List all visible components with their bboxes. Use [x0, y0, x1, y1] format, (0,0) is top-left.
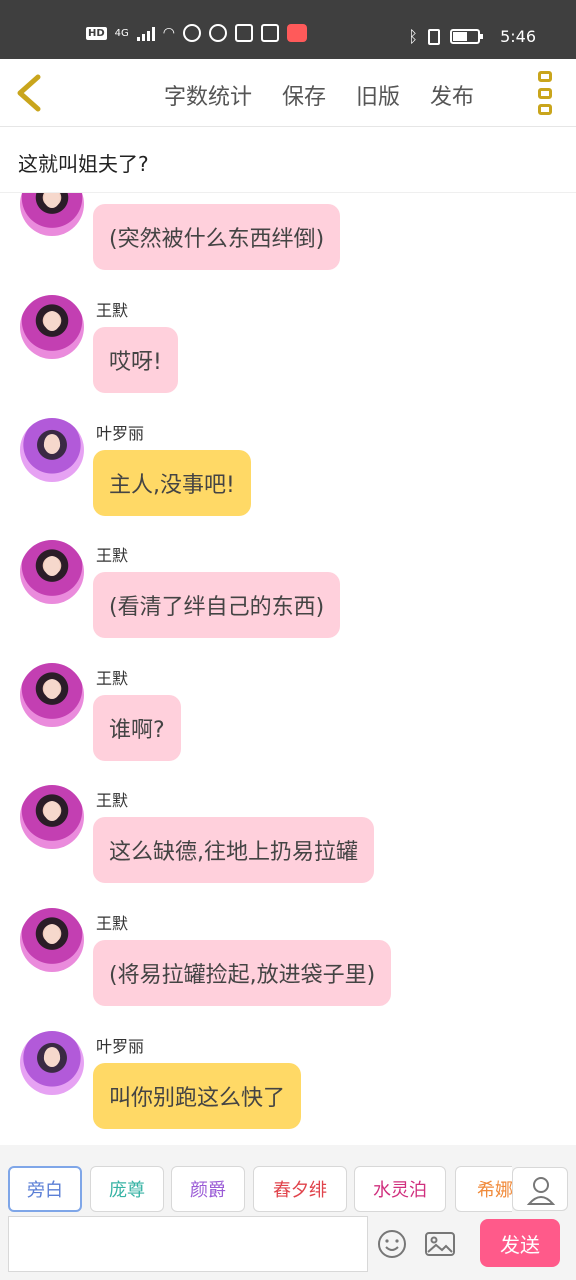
character-manage-button[interactable] [512, 1167, 568, 1211]
app-icon [261, 24, 280, 42]
publish-button[interactable]: 发布 [430, 79, 474, 111]
message-bubble[interactable]: (突然被什么东西绊倒) [93, 204, 341, 270]
signal-icon [136, 25, 155, 41]
speaker-name: 王默 [96, 791, 129, 810]
status-bar: HD 4G ◠ ᛒ 5:46 [0, 0, 576, 59]
battery-icon [450, 29, 483, 44]
speaker-name: 王默 [96, 546, 129, 565]
app-icon [209, 24, 228, 42]
message-bubble[interactable]: 谁啊? [93, 695, 181, 761]
speaker-name: 叶罗丽 [96, 424, 145, 443]
speaker-name: 叶罗丽 [96, 1037, 145, 1056]
save-button[interactable]: 保存 [282, 79, 326, 111]
character-selector[interactable]: 旁白 庞尊 颜爵 舂夕绯 水灵泊 希娜 [8, 1166, 512, 1212]
status-icons: HD 4G ◠ [86, 24, 308, 42]
avatar[interactable] [20, 785, 84, 849]
character-chip[interactable]: 水灵泊 [354, 1166, 446, 1212]
character-chip[interactable]: 旁白 [8, 1166, 82, 1212]
character-chip-label: 颜爵 [190, 1180, 226, 1201]
avatar[interactable] [20, 663, 84, 727]
word-count-button[interactable]: 字数统计 [164, 79, 252, 111]
message-bubble[interactable]: (将易拉罐捡起,放进袋子里) [93, 940, 392, 1006]
character-chip-label: 庞尊 [109, 1180, 145, 1201]
message-bubble[interactable]: 哎呀! [93, 327, 178, 393]
message-bubble[interactable]: 叫你别跑这么快了 [93, 1063, 302, 1129]
image-icon[interactable] [424, 1231, 456, 1257]
character-chip-label: 舂夕绯 [273, 1180, 327, 1201]
toolbar-actions: 字数统计 保存 旧版 发布 [164, 79, 474, 111]
story-title[interactable]: 这就叫姐夫了? [18, 148, 149, 177]
speaker-name: 王默 [96, 914, 129, 933]
avatar[interactable] [20, 540, 84, 604]
back-icon[interactable] [14, 73, 46, 113]
avatar[interactable] [20, 295, 84, 359]
message-bubble[interactable]: 主人,没事吧! [93, 450, 251, 516]
hd-badge: HD [86, 26, 107, 40]
message-bubble[interactable]: (看清了绊自己的东西) [93, 572, 341, 638]
message-bubble[interactable]: 这么缺德,往地上扔易拉罐 [93, 817, 374, 883]
character-chip[interactable]: 颜爵 [171, 1166, 245, 1212]
character-chip[interactable]: 舂夕绯 [253, 1166, 347, 1212]
send-button[interactable]: 发送 [480, 1219, 560, 1267]
avatar[interactable] [20, 908, 84, 972]
chat-list[interactable]: (突然被什么东西绊倒) 王默 哎呀! 叶罗丽 主人,没事吧! 王默 (看清了绊自… [0, 193, 576, 1145]
network-label: 4G [114, 27, 129, 39]
app-icon [287, 24, 308, 42]
user-icon [526, 1177, 556, 1205]
app-icon [235, 24, 254, 42]
message-input[interactable] [8, 1216, 368, 1272]
avatar[interactable] [20, 418, 84, 482]
speaker-name: 王默 [96, 669, 129, 688]
character-chip[interactable]: 希娜 [455, 1166, 512, 1212]
avatar[interactable] [20, 1031, 84, 1095]
character-chip-label: 旁白 [27, 1180, 63, 1201]
app-icon [183, 24, 202, 42]
composer-bar: 旁白 庞尊 颜爵 舂夕绯 水灵泊 希娜 发送 [0, 1145, 576, 1280]
character-chip-label: 水灵泊 [373, 1180, 427, 1201]
character-chip[interactable]: 庞尊 [90, 1166, 164, 1212]
old-version-button[interactable]: 旧版 [356, 79, 400, 111]
bluetooth-icon: ᛒ [408, 27, 418, 46]
avatar[interactable] [20, 193, 84, 236]
vibrate-icon [428, 28, 440, 45]
status-right-icons: ᛒ [408, 27, 483, 46]
clock: 5:46 [500, 27, 536, 46]
character-chip-label: 希娜 [477, 1180, 512, 1201]
more-icon[interactable] [538, 71, 552, 115]
editor-toolbar: 字数统计 保存 旧版 发布 [0, 59, 576, 127]
emoji-icon[interactable] [376, 1228, 408, 1260]
speaker-name: 王默 [96, 301, 129, 320]
wifi-icon: ◠ [162, 25, 176, 41]
